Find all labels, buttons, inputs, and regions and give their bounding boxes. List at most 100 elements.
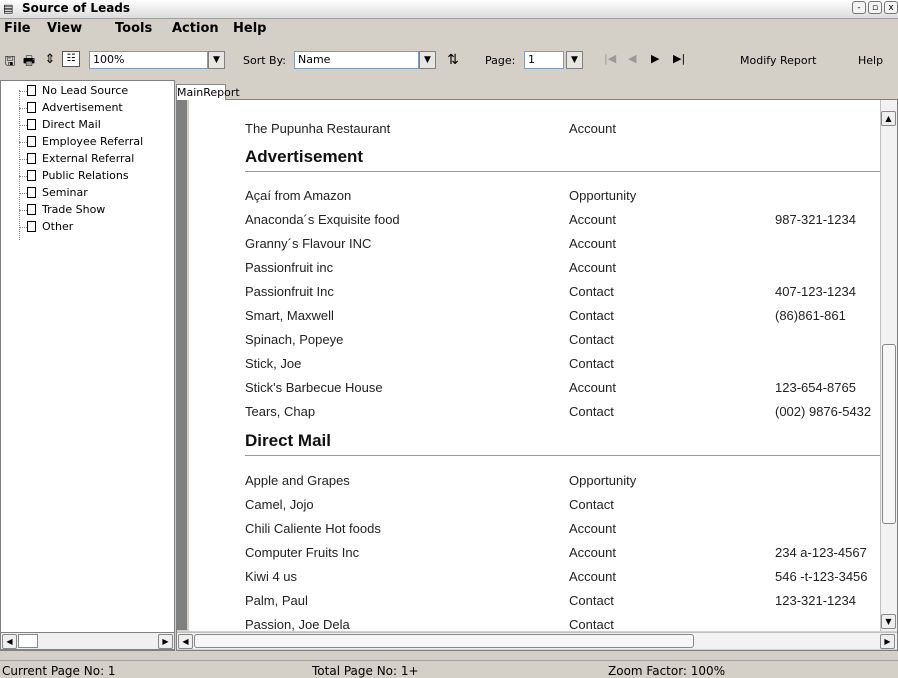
row-name: Granny´s Flavour INC [245, 236, 372, 251]
tree-connector [19, 210, 27, 211]
first-page-icon[interactable]: |◀ [604, 52, 616, 65]
tree-connector [19, 108, 27, 109]
row-type: Account [569, 212, 616, 227]
row-type: Opportunity [569, 188, 637, 203]
report-row: Granny´s Flavour INC Account [245, 232, 880, 254]
tree-item-external-referral[interactable]: External Referral [27, 152, 134, 169]
row-name: Apple and Grapes [245, 473, 350, 488]
page-dropdown-button[interactable]: ▼ [566, 51, 583, 69]
zoom-factor-status: Zoom Factor: 100% [608, 664, 726, 678]
tab-main-report[interactable]: MainReport [176, 84, 240, 100]
scroll-left-icon[interactable]: ◀ [178, 634, 193, 649]
sort-dropdown-button[interactable]: ▼ [419, 51, 436, 69]
row-type: Account [569, 545, 616, 560]
scroll-thumb[interactable] [18, 634, 38, 648]
tree-item-seminar[interactable]: Seminar [27, 186, 88, 203]
scroll-up-icon[interactable]: ▲ [881, 111, 896, 126]
document-icon [27, 102, 36, 113]
row-type: Contact [569, 332, 614, 347]
document-icon [27, 136, 36, 147]
tree-item-direct-mail[interactable]: Direct Mail [27, 118, 101, 135]
minimize-button[interactable]: - [852, 1, 866, 14]
report-row: Chili Caliente Hot foods Account [245, 517, 880, 539]
tree-item-label: Public Relations [42, 169, 129, 182]
report-row: Palm, Paul Contact 123-321-1234 [245, 589, 880, 611]
menu-help[interactable]: Help [233, 21, 266, 36]
tree-item-trade-show[interactable]: Trade Show [27, 203, 105, 220]
row-name: Kiwi 4 us [245, 569, 298, 584]
report-row: Smart, Maxwell Contact (86)861-861 [245, 304, 880, 326]
report-row: Passionfruit inc Account [245, 256, 880, 278]
report-row: Açaí from Amazon Opportunity [245, 184, 880, 206]
tree-connector [19, 193, 27, 194]
row-name: Spinach, Popeye [245, 332, 344, 347]
current-page-status: Current Page No: 1 [2, 664, 116, 678]
report-row: Spinach, Popeye Contact [245, 328, 880, 350]
page-label: Page: [485, 54, 516, 67]
report-row: Kiwi 4 us Account 546 -t-123-3456 [245, 565, 880, 587]
tree-connector [19, 142, 27, 143]
menu-file[interactable]: File [4, 21, 31, 36]
row-name: Passion, Joe Dela [245, 617, 350, 631]
zoom-select[interactable]: 100% [89, 51, 208, 69]
row-name: Passionfruit inc [245, 260, 334, 275]
page-select[interactable]: 1 [524, 51, 564, 69]
save-icon[interactable]: 🖫 [2, 52, 18, 74]
row-type: Contact [569, 308, 614, 323]
lead-source-tree: No Lead Source Advertisement Direct Mail… [0, 80, 175, 651]
total-page-status: Total Page No: 1+ [312, 664, 419, 678]
tree-item-label: Advertisement [42, 101, 123, 114]
status-bar: Current Page No: 1 Total Page No: 1+ Zoo… [0, 660, 898, 678]
tree-item-advertisement[interactable]: Advertisement [27, 101, 123, 118]
row-name: Smart, Maxwell [245, 308, 334, 323]
report-horizontal-scrollbar[interactable]: ◀ ▶ [177, 632, 897, 649]
row-type: Contact [569, 356, 614, 371]
menu-tools[interactable]: Tools [115, 21, 152, 36]
document-icon [27, 170, 36, 181]
title-bar: ▤ Source of Leads - ▫ x [0, 0, 898, 19]
tree-item-employee-referral[interactable]: Employee Referral [27, 135, 143, 152]
scroll-left-icon[interactable]: ◀ [2, 634, 17, 649]
sort-order-icon[interactable]: ⇅ [445, 52, 461, 68]
report-row: Tears, Chap Contact (002) 9876-5432 [245, 400, 880, 422]
document-icon [27, 204, 36, 215]
row-name: Stick's Barbecue House [245, 380, 383, 395]
report-vertical-scrollbar[interactable]: ▲ ▼ [880, 100, 897, 631]
close-button[interactable]: x [884, 1, 898, 14]
row-type: Account [569, 236, 616, 251]
scroll-down-icon[interactable]: ▼ [881, 614, 896, 629]
tree-connector [19, 176, 27, 177]
maximize-button[interactable]: ▫ [868, 1, 882, 14]
previous-page-icon[interactable]: ◀ [628, 52, 636, 65]
report-row: Anaconda´s Exquisite food Account 987-321-… [245, 208, 880, 230]
scroll-thumb[interactable] [194, 634, 694, 648]
help-button[interactable]: Help [858, 54, 883, 67]
refresh-icon[interactable]: ⇕ [42, 52, 58, 67]
menu-bar: File View Tools Action Help [0, 19, 898, 38]
tree-item-no-lead-source[interactable]: No Lead Source [27, 84, 128, 101]
tree-toggle-icon[interactable]: ☷ [62, 51, 80, 67]
modify-report-button[interactable]: Modify Report [740, 54, 816, 67]
row-name: Açaí from Amazon [245, 188, 352, 203]
last-page-icon[interactable]: ▶| [673, 52, 685, 65]
print-icon[interactable]: 🖶 [21, 52, 37, 74]
tree-item-other[interactable]: Other [27, 220, 73, 237]
row-phone: 234 a-123-4567 [775, 545, 867, 560]
scroll-right-icon[interactable]: ▶ [158, 634, 173, 649]
sort-by-select[interactable]: Name [294, 51, 419, 69]
row-type: Opportunity [569, 473, 637, 488]
zoom-dropdown-button[interactable]: ▼ [208, 51, 225, 69]
next-page-icon[interactable]: ▶ [651, 52, 659, 65]
menu-action[interactable]: Action [172, 21, 219, 36]
menu-view[interactable]: View [47, 21, 82, 36]
scroll-thumb[interactable] [882, 344, 896, 524]
tree-horizontal-scrollbar[interactable]: ◀ ▶ [0, 632, 175, 650]
row-name: Camel, Jojo [245, 497, 314, 512]
report-row: Computer Fruits Inc Account 234 a-123-4567 [245, 541, 880, 563]
app-icon: ▤ [3, 2, 14, 15]
report-row: The Pupunha Restaurant Account [245, 117, 880, 139]
group-title: Advertisement [245, 147, 364, 166]
scroll-right-icon[interactable]: ▶ [880, 634, 895, 649]
tree-item-public-relations[interactable]: Public Relations [27, 169, 129, 186]
row-type: Contact [569, 617, 614, 631]
